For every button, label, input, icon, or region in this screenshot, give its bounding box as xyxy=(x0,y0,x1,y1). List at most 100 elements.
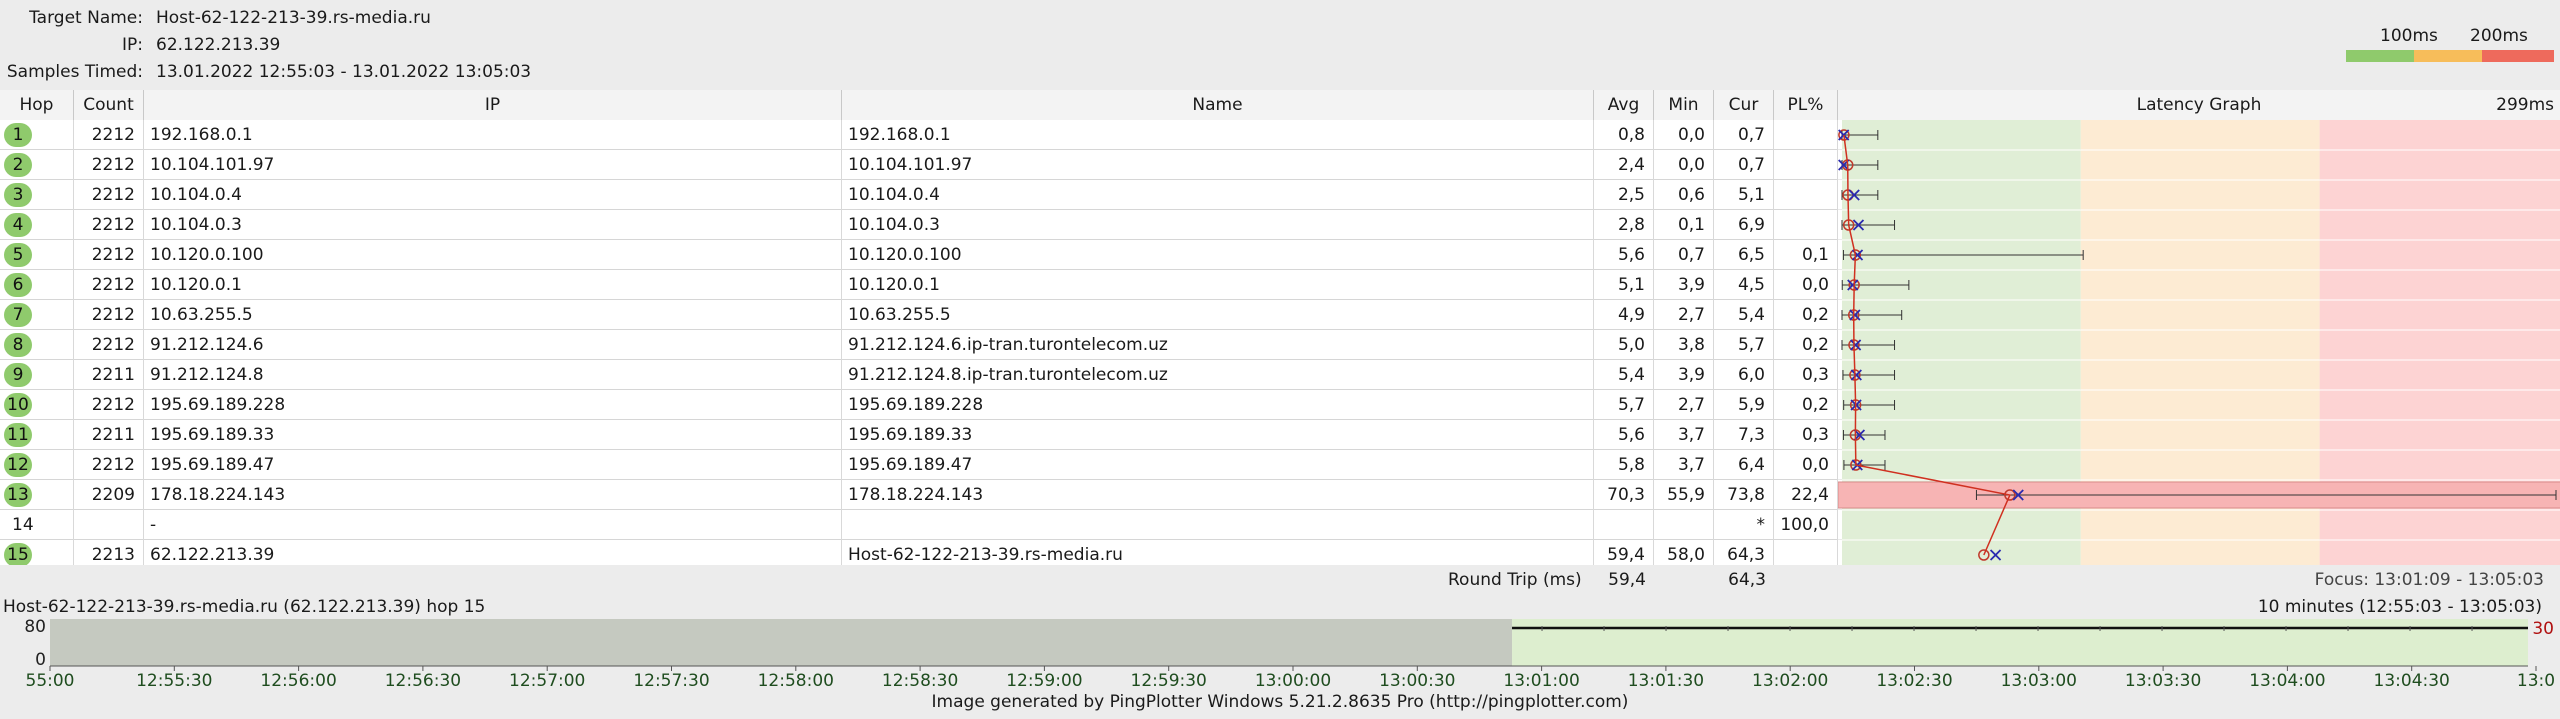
cell-ip: 10.104.0.4 xyxy=(144,180,842,210)
hop-number-badge: 1 xyxy=(4,123,32,147)
timeline-tick-label: 13:04:00 xyxy=(2249,671,2325,691)
cell-avg: 5,1 xyxy=(1594,270,1654,300)
hop-cell: 8 xyxy=(0,330,74,360)
timeline-focus-area xyxy=(1512,619,2528,666)
cell-avg: 70,3 xyxy=(1594,480,1654,510)
cell-avg: 4,9 xyxy=(1594,300,1654,330)
cell-pl: 22,4 xyxy=(1774,480,1838,510)
hop-cell: 6 xyxy=(0,270,74,300)
hop-number-badge: 5 xyxy=(4,243,32,267)
cell-count: 2212 xyxy=(74,270,144,300)
cell-name: 195.69.189.33 xyxy=(842,420,1594,450)
cell-name: 195.69.189.47 xyxy=(842,450,1594,480)
hop-number-badge: 12 xyxy=(4,453,32,477)
cell-name: 10.104.0.3 xyxy=(842,210,1594,240)
timeline-y-bottom: 0 xyxy=(35,650,46,670)
cell-name: 195.69.189.228 xyxy=(842,390,1594,420)
timeline-tick-label: 12:55:30 xyxy=(136,671,212,691)
cell-avg: 2,5 xyxy=(1594,180,1654,210)
cell-cur: 6,0 xyxy=(1714,360,1774,390)
samples-timed-value: 13.01.2022 12:55:03 - 13.01.2022 13:05:0… xyxy=(156,62,532,82)
hop-cell: 11 xyxy=(0,420,74,450)
latency-legend-bar xyxy=(2346,50,2554,62)
col-pl[interactable]: PL% xyxy=(1774,90,1838,120)
timeline-tick-label: 13:02:00 xyxy=(1752,671,1828,691)
table-header-row: Hop Count IP Name Avg Min Cur PL% Latenc… xyxy=(0,90,2560,120)
hop-cell: 2 xyxy=(0,150,74,180)
cell-pl: 0,2 xyxy=(1774,330,1838,360)
cell-min: 3,9 xyxy=(1654,270,1714,300)
cell-min: 0,7 xyxy=(1654,240,1714,270)
cell-ip: 195.69.189.47 xyxy=(144,450,842,480)
cell-cur: 6,9 xyxy=(1714,210,1774,240)
cell-name xyxy=(842,510,1594,540)
col-hop[interactable]: Hop xyxy=(0,90,74,120)
cell-count: 2212 xyxy=(74,120,144,150)
col-min[interactable]: Min xyxy=(1654,90,1714,120)
hop-cell: 3 xyxy=(0,180,74,210)
timeline-tick-label: 12:59:00 xyxy=(1006,671,1082,691)
cell-count: 2211 xyxy=(74,420,144,450)
latency-graph[interactable] xyxy=(1838,120,2560,565)
cell-cur: 4,5 xyxy=(1714,270,1774,300)
hop-cell: 10 xyxy=(0,390,74,420)
timeline-tick-label: 13:03:00 xyxy=(2001,671,2077,691)
cell-count: 2209 xyxy=(74,480,144,510)
legend-orange-segment xyxy=(2414,50,2482,62)
cell-ip: 10.120.0.100 xyxy=(144,240,842,270)
cell-ip: 195.69.189.228 xyxy=(144,390,842,420)
hop-number-badge: 3 xyxy=(4,183,32,207)
cell-min: 3,7 xyxy=(1654,420,1714,450)
timeline-tick-label: 13:00:00 xyxy=(1255,671,1331,691)
cell-name: 91.212.124.8.ip-tran.turontelecom.uz xyxy=(842,360,1594,390)
timeline-tick-label: 13:03:30 xyxy=(2125,671,2201,691)
cell-count: 2212 xyxy=(74,180,144,210)
cell-cur: 5,9 xyxy=(1714,390,1774,420)
cell-cur: 0,7 xyxy=(1714,120,1774,150)
cell-cur: 5,1 xyxy=(1714,180,1774,210)
cell-pl: 0,2 xyxy=(1774,390,1838,420)
col-count[interactable]: Count xyxy=(74,90,144,120)
cell-min: 3,9 xyxy=(1654,360,1714,390)
hop-number-badge: 8 xyxy=(4,333,32,357)
col-ip[interactable]: IP xyxy=(144,90,842,120)
cell-name: 10.104.0.4 xyxy=(842,180,1594,210)
cell-name: 178.18.224.143 xyxy=(842,480,1594,510)
samples-timed-label: Samples Timed: xyxy=(6,62,143,82)
timeline-y-top: 80 xyxy=(24,617,46,637)
cell-count: 2212 xyxy=(74,330,144,360)
cell-pl: 100,0 xyxy=(1774,510,1838,540)
cell-pl xyxy=(1774,150,1838,180)
col-name[interactable]: Name xyxy=(842,90,1594,120)
col-latency-graph[interactable]: Latency Graph 299ms xyxy=(1838,90,2560,120)
hop-number-badge: 9 xyxy=(4,363,32,387)
cell-name: 192.168.0.1 xyxy=(842,120,1594,150)
cell-avg: 5,6 xyxy=(1594,240,1654,270)
cell-pl: 0,1 xyxy=(1774,240,1838,270)
cell-count xyxy=(74,510,144,540)
col-avg[interactable]: Avg xyxy=(1594,90,1654,120)
cell-count: 2212 xyxy=(74,390,144,420)
target-name-value: Host-62-122-213-39.rs-media.ru xyxy=(156,8,431,28)
cell-min: 0,0 xyxy=(1654,120,1714,150)
timeline-history-area xyxy=(50,619,1513,666)
cell-name: 10.120.0.1 xyxy=(842,270,1594,300)
ip-value: 62.122.213.39 xyxy=(156,35,281,55)
cell-pl: 0,0 xyxy=(1774,450,1838,480)
cell-pl xyxy=(1774,180,1838,210)
cell-ip: 10.63.255.5 xyxy=(144,300,842,330)
cell-ip: 91.212.124.6 xyxy=(144,330,842,360)
hop-number-badge: 10 xyxy=(4,393,32,417)
timeline-tick-label: 12:57:30 xyxy=(633,671,709,691)
col-cur[interactable]: Cur xyxy=(1714,90,1774,120)
timeline-tick-label: 13:00:30 xyxy=(1379,671,1455,691)
cell-min: 0,1 xyxy=(1654,210,1714,240)
round-trip-label: Round Trip (ms) xyxy=(1448,570,1582,590)
cell-pl: 0,2 xyxy=(1774,300,1838,330)
cell-avg: 5,6 xyxy=(1594,420,1654,450)
cell-count: 2212 xyxy=(74,450,144,480)
timeline-tick-label: 12:58:00 xyxy=(758,671,834,691)
cell-count: 2212 xyxy=(74,210,144,240)
timeline-tick-label: 13:02:30 xyxy=(1876,671,1952,691)
cell-min: 3,7 xyxy=(1654,450,1714,480)
